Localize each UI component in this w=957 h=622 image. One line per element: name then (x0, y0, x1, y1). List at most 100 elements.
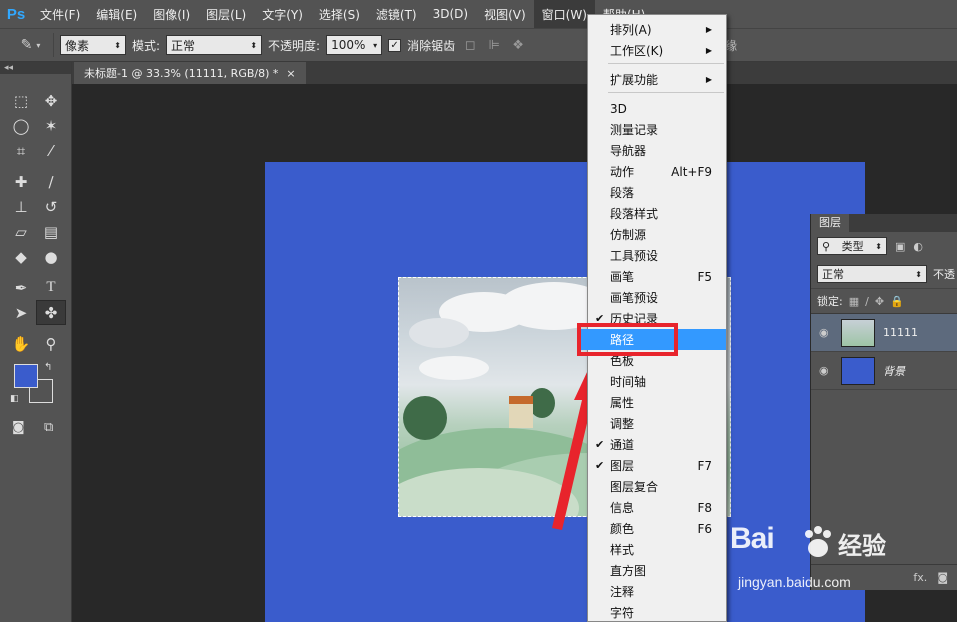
layer-opacity-label: 不透 (933, 268, 955, 281)
window-menu-item[interactable]: 工具预设 (588, 245, 726, 266)
eye-icon[interactable]: ◉ (819, 326, 833, 339)
default-colors-icon[interactable]: ◧ (10, 394, 19, 404)
menu-image[interactable]: 图像(I) (145, 0, 198, 28)
window-menu-item[interactable]: 信息 F8 (588, 497, 726, 518)
dodge-tool-icon[interactable]: ● (36, 244, 66, 269)
eye-icon[interactable]: ◉ (819, 364, 833, 377)
window-menu-item[interactable]: 样式 (588, 539, 726, 560)
menu-type[interactable]: 文字(Y) (254, 0, 311, 28)
window-menu-item[interactable]: 颜色 F6 (588, 518, 726, 539)
menu-file[interactable]: 文件(F) (32, 0, 88, 28)
menu-select[interactable]: 选择(S) (311, 0, 368, 28)
swap-colors-icon[interactable]: ↰ (44, 362, 52, 373)
window-menu-item-label: 直方图 (610, 564, 647, 578)
eraser-tool-icon[interactable]: ▱ (6, 219, 36, 244)
window-menu-item[interactable]: 时间轴 (588, 371, 726, 392)
window-menu-item[interactable]: 图层复合 (588, 476, 726, 497)
move-tool-icon[interactable]: ✥ (36, 88, 66, 113)
window-menu-item[interactable]: 段落样式 (588, 203, 726, 224)
window-menu-item[interactable]: 仿制源 (588, 224, 726, 245)
add-mask-icon[interactable]: ◙ (937, 571, 948, 584)
menu-filter[interactable]: 滤镜(T) (368, 0, 425, 28)
quick-mask-icon[interactable]: ◙ (12, 420, 25, 435)
options-bar: ✎ ▾ 像素 ⬍ 模式: 正常 ⬍ 不透明度: 100% ▾ ✓ 消除锯齿 ◻ ⊫ ❖ … (0, 28, 957, 62)
window-menu-item-label: 动作 (610, 165, 635, 179)
menu-view[interactable]: 视图(V) (476, 0, 534, 28)
document-tab[interactable]: 未标题-1 @ 33.3% (11111, RGB/8) * × (74, 62, 306, 84)
history-brush-tool-icon[interactable]: ↺ (36, 194, 66, 219)
window-menu-item[interactable]: 调整 (588, 413, 726, 434)
menu-layer[interactable]: 图层(L) (198, 0, 254, 28)
lock-pixels-icon[interactable]: ∕ (865, 295, 869, 308)
pen-tool-icon[interactable]: ✒ (6, 275, 36, 300)
window-menu-item[interactable]: 画笔 F5 (588, 266, 726, 287)
chevron-down-icon: ▾ (36, 40, 41, 50)
window-menu-item[interactable]: 排列(A) ▶ (588, 19, 726, 40)
type-tool-icon[interactable]: T (36, 275, 66, 300)
window-menu-item[interactable]: 扩展功能 ▶ (588, 69, 726, 90)
tool-preset-picker[interactable]: ✎ ▾ (8, 33, 54, 57)
path-operations-icon[interactable]: ◻ (461, 36, 479, 54)
submenu-arrow-icon: ▶ (705, 46, 712, 55)
opacity-input[interactable]: 100% ▾ (326, 35, 383, 55)
window-menu-item[interactable]: 字符 (588, 602, 726, 622)
close-icon[interactable]: × (286, 67, 295, 80)
paw-logo-icon (805, 526, 831, 557)
collapse-icon[interactable]: ◂◂ (0, 62, 71, 74)
window-menu-item[interactable]: 画笔预设 (588, 287, 726, 308)
window-menu-item[interactable]: 导航器 (588, 140, 726, 161)
adjustment-filter-icon[interactable]: ◐ (913, 240, 923, 253)
clone-stamp-tool-icon[interactable]: ⊥ (6, 194, 36, 219)
window-menu-item-label: 通道 (610, 438, 635, 452)
custom-shape-tool-icon[interactable]: ✤ (36, 300, 66, 325)
window-menu-item[interactable]: 直方图 (588, 560, 726, 581)
updown-icon: ⬍ (250, 40, 258, 50)
layer-row[interactable]: ◉ 11111 (811, 314, 957, 352)
layers-tab[interactable]: 图层 (811, 214, 849, 232)
window-menu-item[interactable]: 测量记录 (588, 119, 726, 140)
mode-dropdown[interactable]: 像素 ⬍ (60, 35, 126, 55)
lasso-tool-icon[interactable]: ◯ (6, 113, 36, 138)
zoom-tool-icon[interactable]: ⚲ (36, 331, 66, 356)
menu-3d[interactable]: 3D(D) (425, 0, 476, 28)
marquee-tool-icon[interactable]: ⬚ (6, 88, 36, 113)
blend-mode-dropdown[interactable]: 正常 ⬍ (166, 35, 263, 55)
path-selection-tool-icon[interactable]: ➤ (6, 300, 36, 325)
blur-tool-icon[interactable]: ◆ (6, 244, 36, 269)
window-menu-item[interactable]: 段落 (588, 182, 726, 203)
lock-position-icon[interactable]: ✥ (875, 295, 884, 308)
tree-shape (403, 396, 447, 440)
window-menu-item[interactable]: 工作区(K) ▶ (588, 40, 726, 61)
window-menu-item[interactable]: 属性 (588, 392, 726, 413)
menu-window[interactable]: 窗口(W) (533, 0, 595, 28)
window-menu-item[interactable]: 动作 Alt+F9 (588, 161, 726, 182)
updown-icon: ⬍ (875, 241, 882, 251)
window-menu-item[interactable]: 注释 (588, 581, 726, 602)
eyedropper-tool-icon[interactable]: ⁄ (36, 138, 66, 163)
foreground-color-swatch[interactable] (14, 364, 38, 388)
layer-blend-dropdown[interactable]: 正常 ⬍ (817, 265, 927, 283)
screen-mode-icon[interactable]: ⧉ (44, 420, 53, 435)
red-highlight-box (577, 323, 678, 356)
lock-transparency-icon[interactable]: ▦ (849, 295, 859, 308)
window-menu-item[interactable]: 3D (588, 98, 726, 119)
brush-tool-icon[interactable]: ∕ (36, 169, 66, 194)
gradient-tool-icon[interactable]: ▤ (36, 219, 66, 244)
menu-edit[interactable]: 编辑(E) (88, 0, 145, 28)
hand-tool-icon[interactable]: ✋ (6, 331, 36, 356)
magic-wand-tool-icon[interactable]: ✶ (36, 113, 66, 138)
layer-row[interactable]: ◉ 背景 (811, 352, 957, 390)
path-alignment-icon[interactable]: ⊫ (485, 36, 503, 54)
window-menu-item-label: 工作区(K) (610, 44, 664, 58)
antialias-checkbox[interactable]: ✓ (388, 38, 402, 52)
image-filter-icon[interactable]: ▣ (895, 240, 905, 253)
window-menu-item-shortcut: F5 (697, 269, 712, 284)
layer-filter-dropdown[interactable]: ⚲ 类型 ⬍ (817, 237, 887, 255)
window-menu-item-label: 信息 (610, 501, 635, 515)
lock-all-icon[interactable]: 🔒 (890, 295, 904, 308)
path-arrangement-icon[interactable]: ❖ (509, 36, 527, 54)
crop-tool-icon[interactable]: ⌗ (6, 138, 36, 163)
window-menu-item[interactable]: ✔ 图层 F7 (588, 455, 726, 476)
healing-brush-tool-icon[interactable]: ✚ (6, 169, 36, 194)
window-menu-item[interactable]: ✔ 通道 (588, 434, 726, 455)
